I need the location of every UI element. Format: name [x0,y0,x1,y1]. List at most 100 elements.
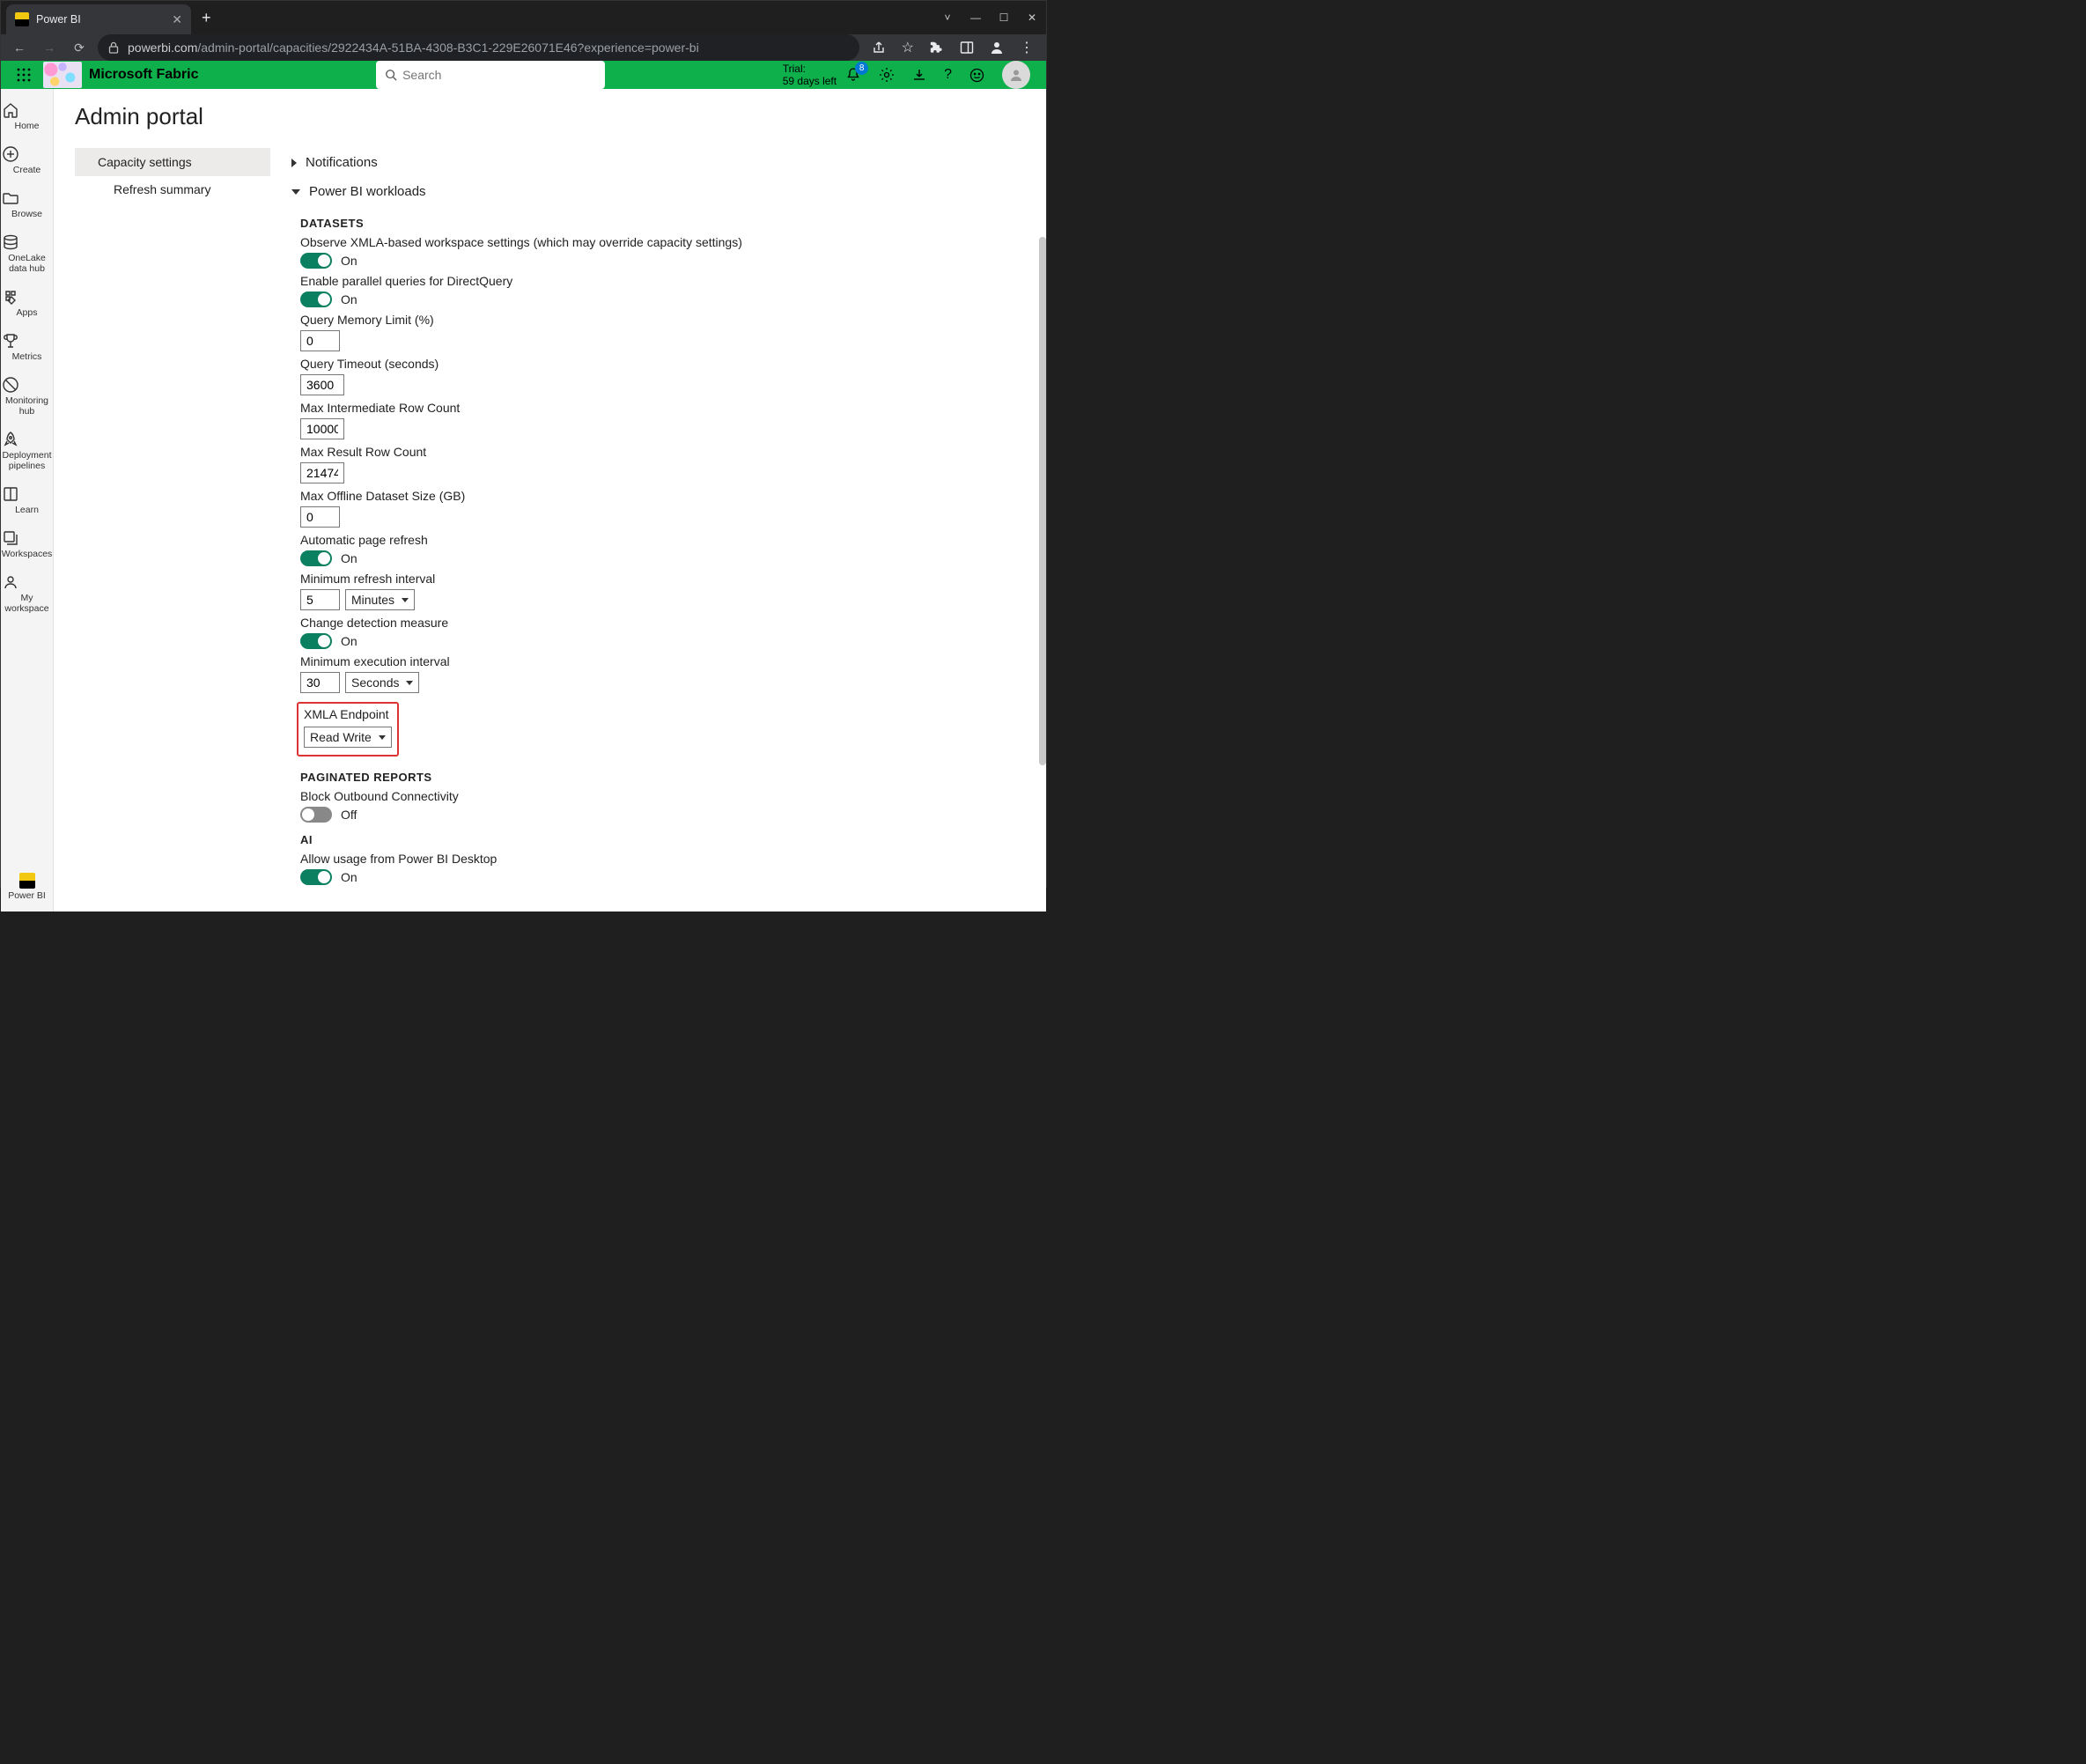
menu-capacity-settings[interactable]: Capacity settings [75,148,270,176]
window-controls: ˅ — ☐ ✕ [933,5,1046,30]
observe-xmla-toggle[interactable] [300,253,332,269]
query-memory-label: Query Memory Limit (%) [300,313,904,327]
page-title: Admin portal [75,103,1025,130]
parallel-dq-state: On [341,292,357,306]
database-icon [2,233,53,251]
rail-monitoring[interactable]: Monitoring hub [2,371,53,422]
minimize-icon[interactable]: — [962,5,990,30]
app-launcher-icon[interactable] [10,68,38,82]
global-search[interactable] [376,61,605,89]
forward-icon[interactable]: → [38,36,61,59]
query-timeout-label: Query Timeout (seconds) [300,357,904,371]
avatar[interactable] [1002,61,1030,89]
reload-icon[interactable]: ⟳ [68,36,91,59]
monitor-icon [2,376,53,394]
query-timeout-input[interactable] [300,374,344,395]
apps-icon [2,288,53,306]
url-host: powerbi.com [128,41,197,55]
block-outbound-state: Off [341,808,357,822]
ai-allow-desktop-label: Allow usage from Power BI Desktop [300,852,904,866]
menu-refresh-summary[interactable]: Refresh summary [75,176,270,203]
download-icon[interactable] [912,68,926,82]
query-memory-input[interactable] [300,330,340,351]
block-outbound-label: Block Outbound Connectivity [300,789,904,803]
ai-allow-desktop-toggle[interactable] [300,869,332,885]
rail-create[interactable]: Create [2,140,53,181]
extensions-icon[interactable] [930,41,944,55]
tabs-dropdown-icon[interactable]: ˅ [933,5,962,30]
observe-xmla-state: On [341,254,357,268]
back-icon[interactable]: ← [8,36,31,59]
change-detect-toggle[interactable] [300,633,332,649]
min-exec-input[interactable] [300,672,340,693]
section-notifications[interactable]: Notifications [291,148,904,177]
left-nav-rail: Home Create Browse OneLake data hub Apps… [1,89,54,912]
rail-learn[interactable]: Learn [2,480,53,520]
auto-refresh-label: Automatic page refresh [300,533,904,547]
ai-allow-desktop-state: On [341,870,357,884]
close-tab-icon[interactable]: ✕ [172,12,182,27]
admin-side-menu: Capacity settings Refresh summary [75,148,270,890]
profile-icon[interactable] [990,41,1004,55]
min-refresh-label: Minimum refresh interval [300,572,904,586]
min-exec-unit-select[interactable]: Seconds [345,672,419,693]
min-refresh-unit-select[interactable]: Minutes [345,589,415,610]
close-window-icon[interactable]: ✕ [1018,5,1046,30]
scrollbar-thumb[interactable] [1039,237,1046,765]
notifications-icon[interactable]: 8 [845,67,861,83]
tab-title: Power BI [36,13,165,26]
person-icon [2,573,53,591]
help-icon[interactable]: ? [944,67,952,83]
book-icon [2,485,53,503]
max-result-input[interactable] [300,462,344,483]
app-header: Microsoft Fabric Trial: 59 days left 8 [1,61,1046,89]
brand-title: Microsoft Fabric [89,67,198,83]
auto-refresh-state: On [341,551,357,565]
max-inter-input[interactable] [300,418,344,439]
powerbi-favicon [15,12,29,26]
max-inter-label: Max Intermediate Row Count [300,401,904,415]
rail-onelake[interactable]: OneLake data hub [2,228,53,279]
bookmark-icon[interactable]: ☆ [902,39,914,56]
browser-tab[interactable]: Power BI ✕ [6,4,191,34]
rail-powerbi[interactable]: Power BI [2,867,53,906]
rail-workspaces[interactable]: Workspaces [2,524,53,565]
section-workloads[interactable]: Power BI workloads [291,177,904,206]
chevron-right-icon [291,159,297,167]
address-bar[interactable]: powerbi.com/admin-portal/capacities/2922… [98,34,859,61]
url-path: /admin-portal/capacities/2922434A-51BA-4… [197,41,698,55]
share-icon[interactable] [872,41,886,55]
lock-icon [108,41,119,54]
xmla-endpoint-select[interactable]: Read Write [304,727,392,748]
block-outbound-toggle[interactable] [300,807,332,823]
brand-logo [43,62,82,88]
scrollbar-track [1037,89,1046,912]
rail-myworkspace[interactable]: My workspace [2,568,53,619]
new-tab-button[interactable]: + [202,9,211,27]
rail-pipelines[interactable]: Deployment pipelines [2,425,53,476]
folder-icon [2,189,53,207]
chrome-menu-icon[interactable]: ⋮ [1020,39,1034,56]
xmla-endpoint-highlight: XMLA Endpoint Read Write [297,702,399,757]
parallel-dq-toggle[interactable] [300,292,332,307]
maximize-icon[interactable]: ☐ [990,5,1018,30]
auto-refresh-toggle[interactable] [300,550,332,566]
paginated-header: PAGINATED REPORTS [300,771,904,784]
rail-browse[interactable]: Browse [2,184,53,225]
search-input[interactable] [402,68,596,82]
rail-metrics[interactable]: Metrics [2,327,53,367]
feedback-icon[interactable] [969,68,984,83]
min-refresh-input[interactable] [300,589,340,610]
trial-status: Trial: 59 days left [783,63,837,87]
sidepanel-icon[interactable] [960,41,974,55]
rail-home[interactable]: Home [2,96,53,137]
stack-icon [2,529,53,547]
max-offline-input[interactable] [300,506,340,528]
rail-apps[interactable]: Apps [2,283,53,323]
max-result-label: Max Result Row Count [300,445,904,459]
settings-icon[interactable] [879,67,895,83]
change-detect-label: Change detection measure [300,616,904,630]
notification-badge: 8 [855,62,868,75]
rocket-icon [2,431,53,448]
search-icon [385,69,397,81]
